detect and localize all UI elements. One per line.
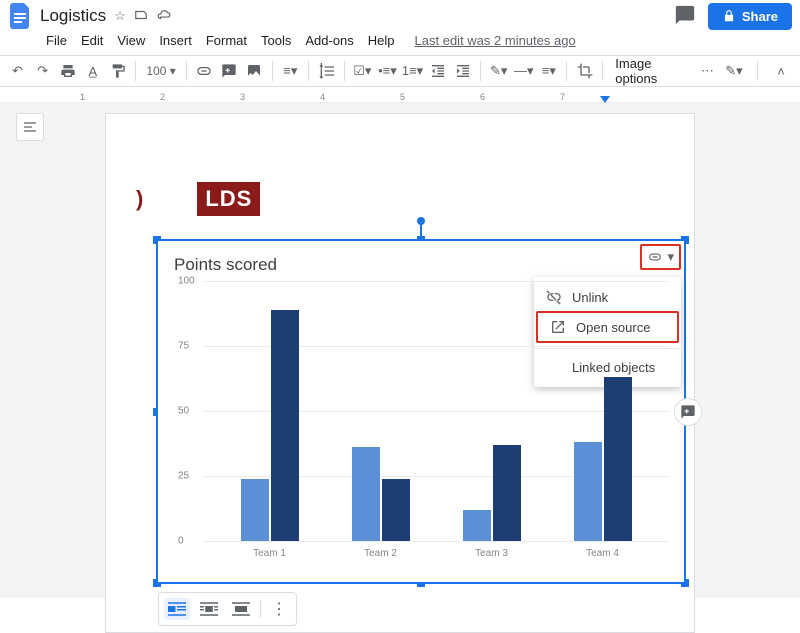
hide-menus-icon[interactable]: ˄ — [768, 58, 794, 84]
lds-bullet: ) — [136, 186, 143, 212]
last-edit-link[interactable]: Last edit was 2 minutes ago — [409, 30, 582, 51]
border-weight-icon[interactable]: —▾ — [512, 58, 535, 84]
align-icon[interactable]: ≡▾ — [279, 58, 302, 84]
indent-decrease-icon[interactable] — [426, 58, 449, 84]
move-icon[interactable] — [134, 8, 148, 25]
bulleted-list-icon[interactable]: •≡▾ — [376, 58, 399, 84]
bar — [604, 377, 632, 541]
editing-mode-icon[interactable]: ✎▾ — [721, 58, 747, 84]
undo-icon[interactable]: ↶ — [6, 58, 29, 84]
bar — [352, 447, 380, 541]
menu-view[interactable]: View — [111, 30, 151, 51]
bar — [463, 510, 491, 541]
menu-file[interactable]: File — [40, 30, 73, 51]
docs-logo-icon[interactable] — [8, 3, 34, 29]
menu-tools[interactable]: Tools — [255, 30, 297, 51]
chevron-down-icon: ▾ — [667, 249, 674, 265]
bar — [382, 479, 410, 541]
wrap-break-icon[interactable] — [228, 598, 254, 620]
y-tick: 75 — [178, 341, 189, 352]
zoom-select[interactable]: 100 ▾ — [142, 64, 179, 78]
insert-image-icon[interactable] — [243, 58, 266, 84]
add-comment-icon[interactable] — [218, 58, 241, 84]
toolbar: ↶ ↷ A̲ 100 ▾ ≡▾ ☑▾ •≡▾ 1≡▾ ✎▾ —▾ ≡▾ Imag… — [0, 55, 800, 87]
linked-chart[interactable]: Points scored ▾ Unlink Open source — [156, 239, 686, 584]
line-spacing-icon[interactable] — [315, 58, 338, 84]
wrap-inline-icon[interactable] — [164, 598, 190, 620]
bar — [574, 442, 602, 541]
paint-format-icon[interactable] — [106, 58, 129, 84]
menu-format[interactable]: Format — [200, 30, 253, 51]
link-icon — [647, 250, 663, 264]
chart-title: Points scored — [174, 255, 668, 275]
redo-icon[interactable]: ↷ — [31, 58, 54, 84]
crop-icon[interactable] — [573, 58, 596, 84]
x-tick: Team 3 — [475, 548, 508, 559]
comments-icon[interactable] — [674, 4, 696, 29]
lds-logo: LDS — [197, 182, 260, 216]
print-icon[interactable] — [56, 58, 79, 84]
y-tick: 0 — [178, 536, 184, 547]
x-tick: Team 2 — [364, 548, 397, 559]
menu-help[interactable]: Help — [362, 30, 401, 51]
menu-addons[interactable]: Add-ons — [299, 30, 359, 51]
spellcheck-icon[interactable]: A̲ — [81, 58, 104, 84]
indent-increase-icon[interactable] — [451, 58, 474, 84]
image-wrap-toolbar: ⋮ — [158, 592, 297, 626]
bar — [241, 479, 269, 541]
document-page: ) LDS Points scored ▾ — [105, 113, 695, 633]
numbered-list-icon[interactable]: 1≡▾ — [401, 58, 424, 84]
x-tick: Team 4 — [586, 548, 619, 559]
rotate-handle[interactable] — [417, 217, 425, 225]
x-tick: Team 1 — [253, 548, 286, 559]
checklist-icon[interactable]: ☑▾ — [351, 58, 374, 84]
link-icon[interactable] — [193, 58, 216, 84]
share-button-label: Share — [742, 9, 778, 24]
menu-edit[interactable]: Edit — [75, 30, 109, 51]
more-icon[interactable]: ⋯ — [696, 58, 719, 84]
doc-title[interactable]: Logistics — [40, 6, 106, 26]
ruler: 1 2 3 4 5 6 7 — [0, 87, 800, 103]
cloud-icon[interactable] — [156, 8, 172, 25]
wrap-text-icon[interactable] — [196, 598, 222, 620]
y-tick: 50 — [178, 406, 189, 417]
bar — [493, 445, 521, 541]
add-comment-button[interactable] — [674, 398, 702, 426]
y-tick: 100 — [178, 276, 195, 287]
share-button[interactable]: Share — [708, 3, 792, 30]
document-outline-icon[interactable] — [16, 113, 44, 141]
linked-chart-chip[interactable]: ▾ — [640, 244, 681, 270]
border-color-icon[interactable]: ✎▾ — [487, 58, 510, 84]
border-dash-icon[interactable]: ≡▾ — [537, 58, 560, 84]
wrap-more-icon[interactable]: ⋮ — [267, 599, 291, 619]
y-tick: 25 — [178, 471, 189, 482]
menu-insert[interactable]: Insert — [153, 30, 198, 51]
image-options-button[interactable]: Image options — [609, 56, 694, 86]
star-icon[interactable]: ☆ — [114, 8, 126, 25]
right-indent-marker[interactable] — [600, 96, 610, 103]
bar — [271, 310, 299, 541]
